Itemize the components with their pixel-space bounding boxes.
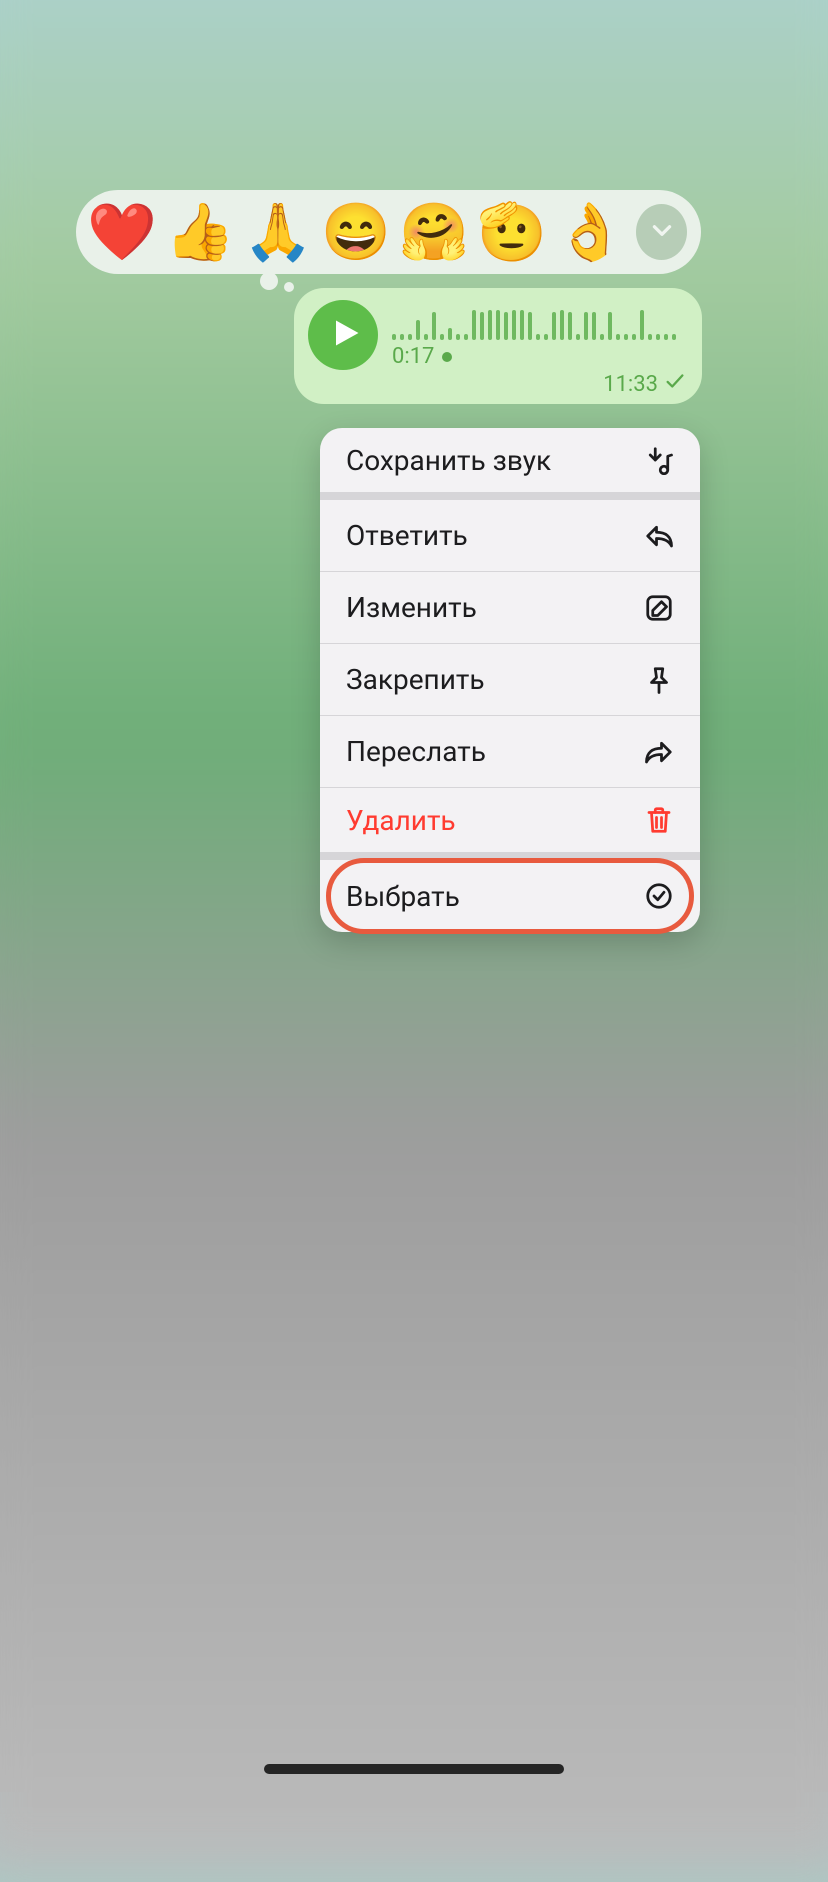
play-icon bbox=[326, 316, 361, 354]
reaction-thumbs-up[interactable]: 👍 bbox=[168, 200, 232, 264]
voice-waveform[interactable] bbox=[392, 306, 684, 340]
context-menu: Сохранить звук Ответить Изменить Закрепить П… bbox=[320, 428, 700, 932]
waveform-bar bbox=[656, 334, 660, 340]
menu-item-label: Удалить bbox=[346, 804, 456, 837]
reaction-heart[interactable]: ❤️ bbox=[90, 200, 154, 264]
waveform-bar bbox=[544, 334, 548, 340]
menu-item-label: Выбрать bbox=[346, 880, 460, 913]
waveform-bar bbox=[440, 334, 444, 340]
waveform-bar bbox=[416, 320, 420, 340]
read-check-icon bbox=[664, 370, 686, 398]
menu-item-download-music[interactable]: Сохранить звук bbox=[320, 428, 700, 500]
menu-item-label: Изменить bbox=[346, 591, 477, 624]
waveform-bar bbox=[672, 334, 676, 340]
waveform-bar bbox=[640, 310, 644, 340]
reaction-pray[interactable]: 🙏 bbox=[246, 200, 310, 264]
forward-icon bbox=[644, 737, 674, 767]
waveform-bar bbox=[648, 334, 652, 340]
reaction-hug[interactable]: 🤗 bbox=[402, 200, 466, 264]
waveform-bar bbox=[616, 334, 620, 340]
waveform-bar bbox=[480, 312, 484, 340]
waveform-bar bbox=[552, 312, 556, 340]
circle-check-icon bbox=[644, 881, 674, 911]
waveform-bar bbox=[424, 334, 428, 340]
waveform-bar bbox=[472, 310, 476, 340]
unread-dot-icon bbox=[442, 352, 452, 362]
menu-item-label: Сохранить звук bbox=[346, 444, 551, 477]
menu-item-label: Закрепить bbox=[346, 663, 485, 696]
reply-icon bbox=[644, 521, 674, 551]
waveform-bar bbox=[496, 310, 500, 340]
waveform-bar bbox=[624, 334, 628, 340]
download-music-icon bbox=[644, 445, 674, 475]
voice-duration: 0:17 bbox=[392, 344, 434, 369]
waveform-bar bbox=[520, 310, 524, 340]
waveform-bar bbox=[600, 334, 604, 340]
waveform-bar bbox=[560, 310, 564, 340]
reaction-salute[interactable]: 🫡 bbox=[480, 200, 544, 264]
menu-item-trash[interactable]: Удалить bbox=[320, 788, 700, 860]
waveform-bar bbox=[392, 334, 396, 340]
blurred-background bbox=[0, 0, 828, 1882]
reaction-smile[interactable]: 😄 bbox=[324, 200, 388, 264]
pin-icon bbox=[644, 665, 674, 695]
menu-item-edit[interactable]: Изменить bbox=[320, 572, 700, 644]
edit-icon bbox=[644, 593, 674, 623]
menu-item-label: Переслать bbox=[346, 735, 486, 768]
waveform-bar bbox=[568, 312, 572, 340]
reaction-more-button[interactable] bbox=[636, 204, 687, 260]
waveform-bar bbox=[432, 312, 436, 340]
waveform-bar bbox=[464, 334, 468, 340]
waveform-bar bbox=[576, 334, 580, 340]
waveform-bar bbox=[408, 334, 412, 340]
waveform-bar bbox=[664, 334, 668, 340]
waveform-bar bbox=[632, 334, 636, 340]
play-button[interactable] bbox=[308, 300, 378, 370]
home-indicator bbox=[264, 1764, 564, 1774]
menu-item-label: Ответить bbox=[346, 519, 468, 552]
chevron-down-icon bbox=[649, 217, 675, 247]
trash-icon bbox=[644, 805, 674, 835]
menu-item-forward[interactable]: Переслать bbox=[320, 716, 700, 788]
reaction-tail bbox=[260, 272, 294, 292]
waveform-bar bbox=[504, 312, 508, 340]
message-timestamp: 11:33 bbox=[603, 372, 658, 397]
waveform-bar bbox=[400, 334, 404, 340]
reaction-picker: ❤️ 👍 🙏 😄 🤗 🫡 👌 bbox=[76, 190, 701, 274]
menu-item-pin[interactable]: Закрепить bbox=[320, 644, 700, 716]
waveform-bar bbox=[592, 312, 596, 340]
menu-item-circle-check[interactable]: Выбрать bbox=[320, 860, 700, 932]
menu-item-reply[interactable]: Ответить bbox=[320, 500, 700, 572]
waveform-bar bbox=[456, 334, 460, 340]
waveform-bar bbox=[528, 312, 532, 340]
waveform-bar bbox=[512, 310, 516, 340]
waveform-bar bbox=[608, 312, 612, 340]
reaction-ok-hand[interactable]: 👌 bbox=[558, 200, 622, 264]
voice-message-bubble[interactable]: 0:17 11:33 bbox=[294, 288, 702, 404]
waveform-bar bbox=[448, 328, 452, 340]
waveform-bar bbox=[536, 334, 540, 340]
waveform-bar bbox=[488, 310, 492, 340]
waveform-bar bbox=[584, 312, 588, 340]
